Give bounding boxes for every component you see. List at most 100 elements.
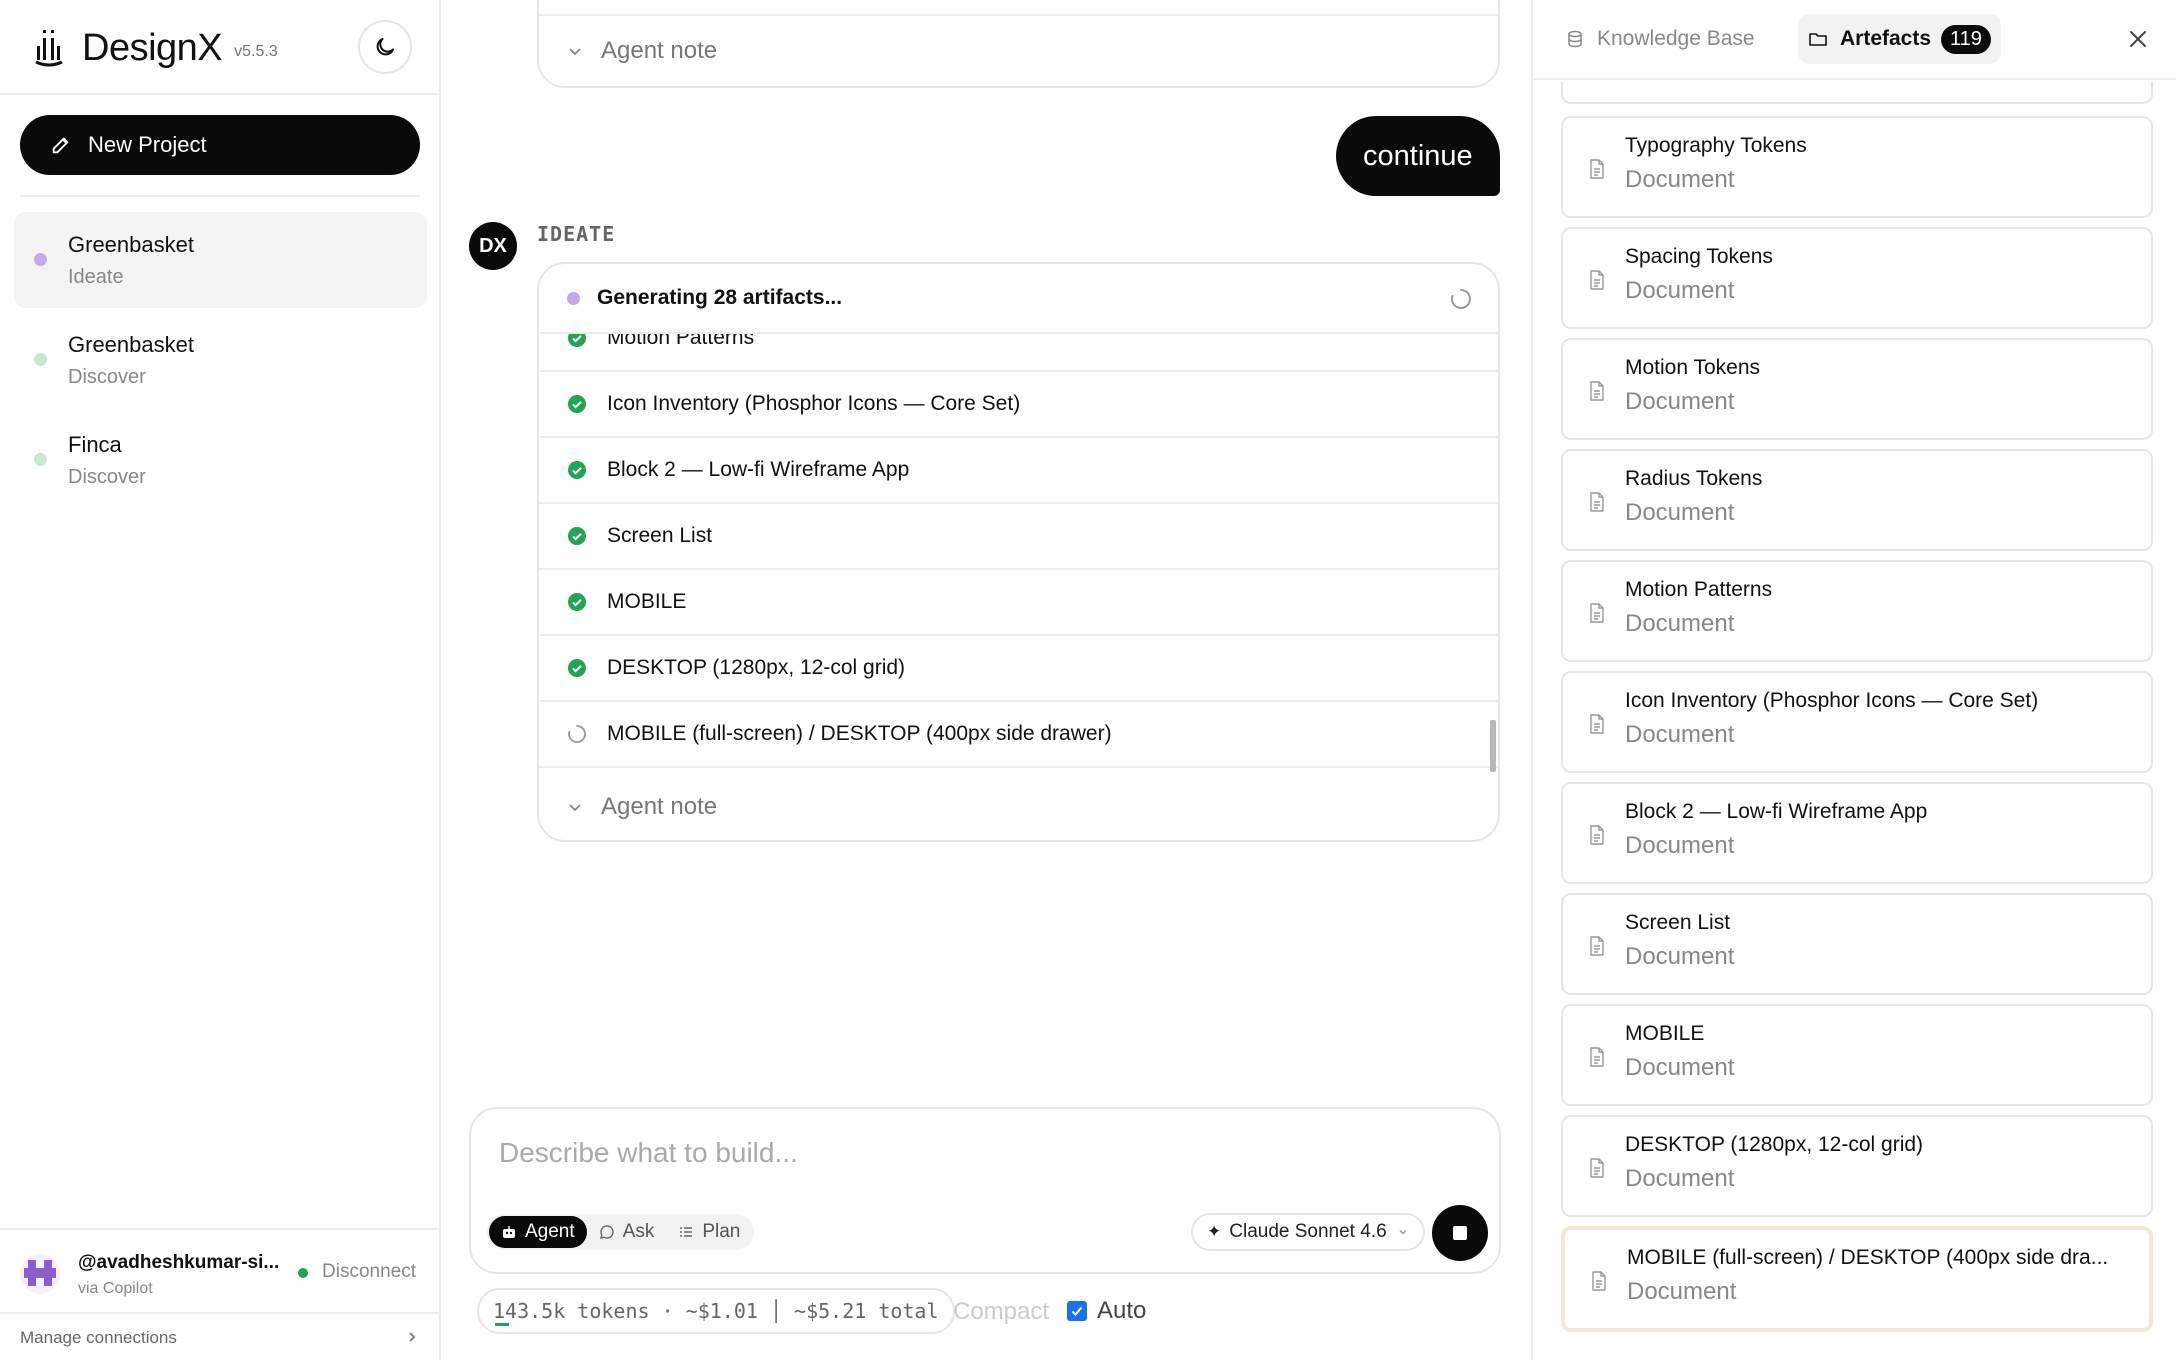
artefact-card[interactable]: Screen List Document — [1561, 893, 2153, 995]
artefact-card[interactable]: Icon Inventory (Phosphor Icons — Core Se… — [1561, 671, 2153, 773]
mode-plan-button[interactable]: Plan — [666, 1216, 752, 1248]
divider — [0, 93, 439, 95]
spinner-icon — [1451, 289, 1471, 309]
artefact-type: Document — [1625, 388, 1735, 415]
artefact-name: Screen List — [1625, 911, 1731, 934]
project-item[interactable]: Finca Discover — [14, 412, 427, 508]
close-icon[interactable] — [2125, 26, 2151, 52]
project-phase: Discover — [68, 466, 146, 488]
auto-label: Auto — [1097, 1297, 1147, 1324]
tab-label: Knowledge Base — [1597, 27, 1755, 50]
manage-connections-label: Manage connections — [20, 1328, 177, 1347]
artefact-name: Motion Patterns — [1625, 578, 1773, 601]
brand[interactable]: DesignX v5.5.3 — [34, 22, 278, 74]
phase-dot — [34, 353, 47, 366]
phase-dot — [34, 453, 47, 466]
previous-response-card: Agent note — [537, 0, 1500, 88]
panel-tabs: Knowledge Base Artefacts 119 — [1533, 0, 2176, 80]
artifact-label: DESKTOP (1280px, 12-col grid) — [607, 656, 906, 679]
user-provider: via Copilot — [78, 1280, 153, 1297]
document-icon — [1590, 825, 1604, 845]
document-icon — [1590, 714, 1604, 734]
token-usage-text: 143.5k tokens · ~$1.01 │ ~$5.21 total — [493, 1299, 939, 1323]
agent-note-toggle[interactable]: Agent note — [539, 16, 1498, 86]
agent-note-toggle[interactable]: Agent note — [539, 772, 1498, 840]
chevron-down-icon — [1399, 1230, 1407, 1235]
scrollbar[interactable] — [1490, 720, 1496, 772]
model-label: Claude Sonnet 4.6 — [1229, 1221, 1387, 1242]
artefact-type: Document — [1625, 1054, 1735, 1081]
artefact-card-selected[interactable]: MOBILE (full-screen) / DESKTOP (400px si… — [1561, 1226, 2153, 1332]
artefact-card-partial[interactable] — [1561, 82, 2153, 104]
artefact-name: Block 2 — Low-fi Wireframe App — [1625, 800, 1928, 823]
auto-toggle[interactable]: Auto — [1067, 1297, 1146, 1325]
project-item[interactable]: Greenbasket Ideate — [14, 212, 427, 308]
artefact-card[interactable]: Spacing Tokens Document — [1561, 227, 2153, 329]
artefact-type: Document — [1625, 943, 1735, 970]
artefact-card[interactable]: Block 2 — Low-fi Wireframe App Document — [1561, 782, 2153, 884]
check-circle-icon — [568, 659, 586, 677]
project-phase: Discover — [68, 366, 146, 388]
avatar[interactable] — [20, 1254, 60, 1294]
user-message-bubble: continue — [1336, 116, 1500, 196]
stop-button[interactable] — [1432, 1205, 1488, 1261]
artifact-item: Block 2 — Low-fi Wireframe App — [539, 438, 1498, 504]
artifact-list[interactable]: Motion Patterns Icon Inventory (Phosphor… — [539, 334, 1498, 772]
model-selector[interactable]: ✦ Claude Sonnet 4.6 — [1191, 1213, 1425, 1251]
loading-spinner-icon — [568, 725, 586, 743]
stop-icon — [1453, 1226, 1467, 1240]
artifact-item: MOBILE — [539, 570, 1498, 636]
agent-note-label: Agent note — [601, 37, 718, 64]
compact-button[interactable]: Compact — [953, 1298, 1049, 1326]
mode-ask-button[interactable]: Ask — [587, 1216, 667, 1248]
artefact-card[interactable]: Motion Tokens Document — [1561, 338, 2153, 440]
phase-dot — [34, 253, 47, 266]
chevron-right-icon — [409, 1332, 416, 1342]
project-phase: Ideate — [68, 266, 124, 288]
divider — [20, 195, 420, 197]
auto-checkbox[interactable] — [1067, 1301, 1087, 1321]
check-circle-icon — [568, 461, 586, 479]
status-dot — [567, 291, 580, 305]
artefacts-panel: Knowledge Base Artefacts 119 Typography … — [1531, 0, 2176, 1360]
sparkle-icon: ✦ — [1207, 1222, 1222, 1241]
project-name: Greenbasket — [68, 232, 194, 257]
artefact-card[interactable]: Typography Tokens Document — [1561, 116, 2153, 218]
artefact-type: Document — [1627, 1278, 1737, 1305]
artefact-card[interactable]: Motion Patterns Document — [1561, 560, 2153, 662]
artefact-card[interactable]: MOBILE Document — [1561, 1004, 2153, 1106]
new-project-button[interactable]: New Project — [20, 115, 420, 175]
document-icon — [1592, 1271, 1606, 1291]
composer: Describe what to build... Agent Ask Plan… — [469, 1107, 1501, 1274]
mode-switcher: Agent Ask Plan — [487, 1214, 755, 1250]
chat-area: Agent note continue DX IDEATE Generating… — [441, 0, 1531, 1360]
artefact-type: Document — [1625, 277, 1735, 304]
manage-connections-link[interactable]: Manage connections — [0, 1312, 439, 1360]
tab-artefacts[interactable]: Artefacts 119 — [1798, 14, 2001, 64]
checkmark-icon — [1071, 1306, 1083, 1316]
avatar-identicon — [24, 1260, 56, 1286]
project-item[interactable]: Greenbasket Discover — [14, 312, 427, 408]
project-name: Finca — [68, 432, 122, 457]
project-name: Greenbasket — [68, 332, 194, 357]
artifact-label: Screen List — [607, 524, 713, 547]
artefact-name: DESKTOP (1280px, 12-col grid) — [1625, 1133, 1924, 1156]
generating-label: Generating 28 artifacts... — [597, 286, 843, 309]
usage-progress-bar — [495, 1323, 509, 1326]
artefact-name: Motion Tokens — [1625, 356, 1761, 379]
artifact-label: Icon Inventory (Phosphor Icons — Core Se… — [607, 392, 1021, 415]
artefact-list[interactable]: Typography Tokens Document Spacing Token… — [1561, 82, 2153, 1360]
disconnect-button[interactable]: Disconnect — [322, 1261, 416, 1283]
artefact-card[interactable]: Radius Tokens Document — [1561, 449, 2153, 551]
tab-knowledge-base[interactable]: Knowledge Base — [1555, 14, 1765, 64]
artefact-name: MOBILE — [1625, 1022, 1705, 1045]
mode-agent-button[interactable]: Agent — [489, 1216, 587, 1248]
database-icon — [1568, 30, 1582, 48]
prompt-input[interactable]: Describe what to build... — [499, 1137, 798, 1169]
document-icon — [1590, 270, 1604, 290]
artefact-card[interactable]: DESKTOP (1280px, 12-col grid) Document — [1561, 1115, 2153, 1217]
artifact-item: MOBILE (full-screen) / DESKTOP (400px si… — [539, 702, 1498, 768]
token-usage: 143.5k tokens · ~$1.01 │ ~$5.21 total — [477, 1288, 955, 1334]
artefact-type: Document — [1625, 1165, 1735, 1192]
theme-toggle-button[interactable] — [358, 20, 412, 74]
